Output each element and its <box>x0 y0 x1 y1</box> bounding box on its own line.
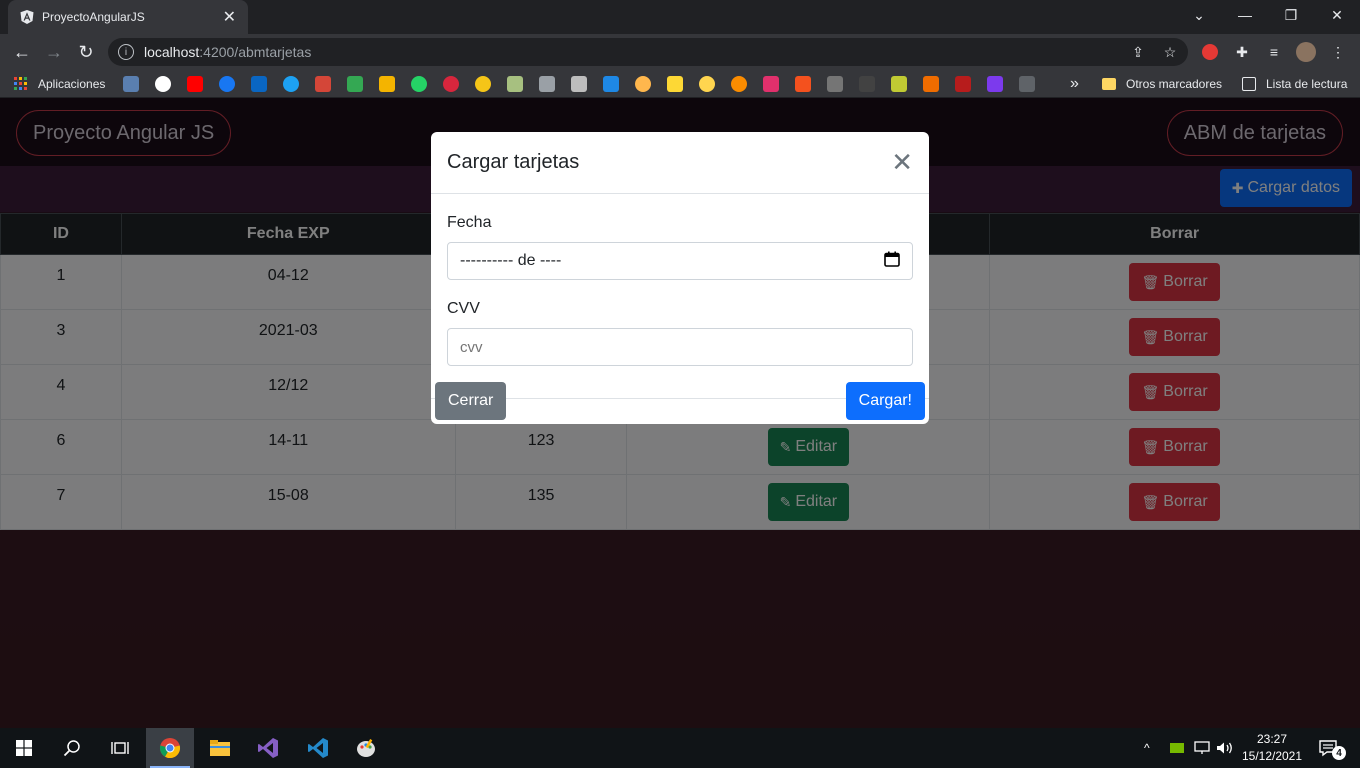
bookmark-icon[interactable] <box>795 75 812 92</box>
reading-list-label: Lista de lectura <box>1266 77 1348 91</box>
bookmarks-more[interactable]: » <box>1070 70 1079 98</box>
fecha-label: Fecha <box>447 214 492 231</box>
back-icon[interactable]: ← <box>10 40 34 64</box>
cargar-submit-button[interactable]: Cargar! <box>845 382 925 420</box>
tray-overflow-icon[interactable]: ^ <box>1144 728 1150 768</box>
emoji-icon[interactable] <box>635 75 652 92</box>
vscode-icon[interactable] <box>294 728 342 768</box>
cvv-input[interactable] <box>460 338 900 356</box>
fecha-field[interactable]: ---------- de ---- <box>447 242 913 280</box>
browser-tab[interactable]: ProyectoAngularJS ✕ <box>8 0 248 34</box>
minimize-icon[interactable]: — <box>1222 0 1268 30</box>
bank-icon[interactable] <box>443 75 460 92</box>
chevron-double-icon[interactable]: » <box>1070 75 1079 93</box>
volume-icon[interactable] <box>1216 728 1234 768</box>
apps-label: Aplicaciones <box>38 76 106 91</box>
notification-center-icon[interactable]: 4 <box>1318 728 1346 768</box>
clock-time: 23:27 <box>1256 732 1288 746</box>
visual-studio-icon[interactable] <box>244 728 292 768</box>
browser-tabstrip: ProyectoAngularJS ✕ ⌄ — ❐ ✕ <box>0 0 1360 34</box>
star-icon[interactable] <box>667 75 684 92</box>
tab-search-icon[interactable]: ⌄ <box>1176 0 1222 30</box>
bookmark-icon[interactable] <box>859 75 876 92</box>
cvv-field[interactable] <box>447 328 913 366</box>
bookmark-icon[interactable] <box>987 75 1004 92</box>
drive-icon[interactable] <box>347 75 364 92</box>
chrome-taskbar-icon[interactable] <box>146 728 194 768</box>
whatsapp-icon[interactable] <box>411 75 428 92</box>
nvidia-icon[interactable] <box>1170 728 1184 768</box>
reload-icon[interactable]: ↻ <box>74 40 98 64</box>
cargar-tarjetas-modal: Cargar tarjetas ✕ Fecha ---------- de --… <box>431 132 929 424</box>
bookmark-icon[interactable] <box>123 75 140 92</box>
modal-header: Cargar tarjetas ✕ <box>431 132 929 194</box>
clock-date: 15/12/2021 <box>1241 749 1303 763</box>
bookmark-icon[interactable] <box>923 75 940 92</box>
restore-icon[interactable]: ❐ <box>1268 0 1314 30</box>
bookmark-icon[interactable] <box>539 75 556 92</box>
network-icon[interactable] <box>1194 728 1210 768</box>
apps-grid-icon <box>14 76 28 91</box>
reading-list-icon <box>1242 77 1256 91</box>
fecha-placeholder: ---------- de ---- <box>460 252 562 269</box>
calendar-icon[interactable] <box>884 251 900 272</box>
cerrar-button[interactable]: Cerrar <box>435 382 507 420</box>
system-clock[interactable]: 23:27 15/12/2021 <box>1240 731 1304 765</box>
windows-start-icon[interactable] <box>0 728 48 768</box>
gmail-icon[interactable] <box>315 75 332 92</box>
paint-icon[interactable] <box>342 728 390 768</box>
bookmark-icon[interactable] <box>955 75 972 92</box>
window-close-icon[interactable]: ✕ <box>1314 0 1360 30</box>
modal-close-icon[interactable]: ✕ <box>891 147 913 178</box>
bookmark-icon[interactable] <box>571 75 588 92</box>
windows-taskbar: ^ 23:27 15/12/2021 4 <box>0 728 1360 768</box>
url-path: :4200/abmtarjetas <box>199 44 312 60</box>
extension-lock-icon[interactable] <box>1200 42 1220 62</box>
browser-toolbar: ← → ↻ i localhost :4200/abmtarjetas ⇪ ☆ … <box>0 34 1360 70</box>
address-bar[interactable]: i localhost :4200/abmtarjetas <box>108 38 1188 66</box>
bookmarks-bar: Aplicaciones » Otros marcadores Lista de… <box>0 70 1360 98</box>
bookmark-icon[interactable] <box>475 75 492 92</box>
bookmark-icon[interactable] <box>507 75 524 92</box>
modal-body: Fecha ---------- de ---- CVV <box>431 214 929 366</box>
app-page: Proyecto Angular JS ABM de tarjetas ✚ Ca… <box>0 98 1360 728</box>
media-icon[interactable]: ≡ <box>1264 42 1284 62</box>
forward-icon[interactable]: → <box>42 40 66 64</box>
terminal-icon[interactable] <box>603 75 620 92</box>
search-icon[interactable] <box>48 728 96 768</box>
photos-icon[interactable] <box>379 75 396 92</box>
linkedin-icon[interactable] <box>251 75 268 92</box>
youtube-icon[interactable] <box>187 75 204 92</box>
extensions-icon[interactable]: ✚ <box>1232 42 1252 62</box>
tab-close-icon[interactable]: ✕ <box>223 7 236 27</box>
file-explorer-icon[interactable] <box>196 728 244 768</box>
bookmark-icon[interactable] <box>699 75 716 92</box>
folder-icon <box>1102 78 1116 90</box>
bookmark-icon[interactable] <box>891 75 908 92</box>
bookmark-icon[interactable] <box>1019 75 1036 92</box>
tab-title: ProyectoAngularJS <box>42 10 145 24</box>
notification-count-badge: 4 <box>1332 746 1346 760</box>
facebook-icon[interactable] <box>219 75 236 92</box>
modal-title: Cargar tarjetas <box>447 151 580 173</box>
bookmark-icon[interactable] <box>827 75 844 92</box>
apps-shortcut[interactable]: Aplicaciones <box>14 76 106 91</box>
avatar[interactable] <box>1296 42 1316 62</box>
angular-icon <box>20 10 34 24</box>
chrome-menu-icon[interactable]: ⋮ <box>1328 42 1348 62</box>
twitter-icon[interactable] <box>283 75 300 92</box>
share-icon[interactable]: ⇪ <box>1128 42 1148 62</box>
bookmark-icon[interactable] <box>731 75 748 92</box>
cvv-label: CVV <box>447 300 480 317</box>
site-info-icon[interactable]: i <box>118 44 134 60</box>
url-host: localhost <box>144 44 200 60</box>
other-bookmarks-folder[interactable]: Otros marcadores <box>1102 70 1222 98</box>
instagram-icon[interactable] <box>763 75 780 92</box>
bookmark-star-icon[interactable]: ☆ <box>1160 42 1180 62</box>
reading-list[interactable]: Lista de lectura <box>1242 70 1347 98</box>
google-icon[interactable] <box>155 75 172 92</box>
other-bookmarks-label: Otros marcadores <box>1126 77 1223 91</box>
task-view-icon[interactable] <box>96 728 144 768</box>
